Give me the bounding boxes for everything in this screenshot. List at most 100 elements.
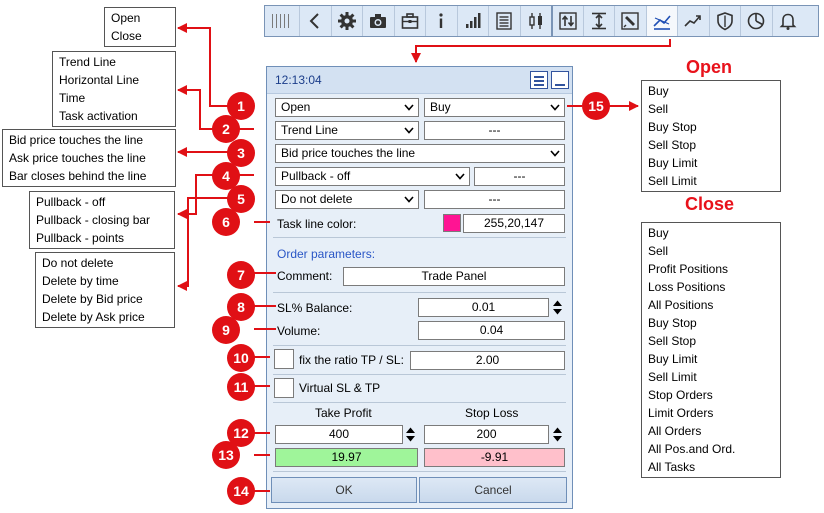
comment-input[interactable]: Trade Panel xyxy=(343,267,565,286)
candlestick-icon[interactable] xyxy=(519,6,552,36)
delete-value: Do not delete xyxy=(281,192,353,206)
line-type-value: Trend Line xyxy=(281,123,338,137)
trend-cross-icon[interactable] xyxy=(645,6,677,36)
trade-panel: 12:13:04 Open Buy Trend Line --- Bid pri… xyxy=(266,66,573,509)
color-value-field[interactable]: 255,20,147 xyxy=(463,214,565,233)
panel-title-bar: 12:13:04 xyxy=(267,67,572,94)
option-item: Buy Stop xyxy=(648,120,697,134)
option-item: Loss Positions xyxy=(648,280,726,294)
volume-label: Volume: xyxy=(277,324,321,338)
marker-15: 15 xyxy=(582,92,610,120)
virtual-sltp-checkbox[interactable] xyxy=(274,378,294,398)
option-item: Close xyxy=(111,29,142,43)
main-toolbar xyxy=(264,5,819,37)
separator xyxy=(273,345,566,346)
trigger-value: Bid price touches the line xyxy=(281,146,416,160)
sl-balance-label: SL% Balance: xyxy=(277,301,353,315)
option-item: Bid price touches the line xyxy=(9,133,144,147)
order-type-value: Buy xyxy=(430,100,451,114)
sort-arrows-icon[interactable] xyxy=(551,6,583,36)
order-params-title: Order parameters: xyxy=(277,247,376,261)
trigger-select[interactable]: Bid price touches the line xyxy=(275,144,565,163)
option-item: Buy Stop xyxy=(648,316,697,330)
separator xyxy=(273,292,566,293)
level-icon[interactable] xyxy=(582,6,615,36)
pullback-value-field[interactable]: --- xyxy=(474,167,565,186)
sl-balance-stepper[interactable] xyxy=(551,298,564,317)
delete-select[interactable]: Do not delete xyxy=(275,190,419,209)
option-item: Delete by time xyxy=(42,274,119,288)
minimize-icon[interactable] xyxy=(551,71,569,89)
option-item: Task activation xyxy=(59,109,138,123)
trend-up-icon[interactable] xyxy=(677,6,709,36)
back-icon[interactable] xyxy=(299,6,331,36)
option-item: Time xyxy=(59,91,86,105)
option-item: All Pos.and Ord. xyxy=(648,442,736,456)
line-options-callout: Trend Line Horizontal Line Time Task activa… xyxy=(52,51,176,127)
color-swatch[interactable] xyxy=(443,214,461,232)
separator xyxy=(273,471,566,472)
option-item: Stop Orders xyxy=(648,388,713,402)
stop-loss-stepper[interactable] xyxy=(551,425,564,444)
grip-icon[interactable] xyxy=(265,6,299,36)
option-item: Buy Limit xyxy=(648,352,698,366)
comment-label: Comment: xyxy=(277,269,333,283)
option-item: Pullback - points xyxy=(36,231,125,245)
volume-input[interactable]: 0.04 xyxy=(418,321,565,340)
chart-edit-icon[interactable] xyxy=(614,6,646,36)
stop-loss-input[interactable]: 200 xyxy=(424,425,549,444)
option-item: Delete by Bid price xyxy=(42,292,143,306)
pie-chart-icon[interactable] xyxy=(740,6,772,36)
mode-select-value: Open xyxy=(281,100,311,114)
option-item: Buy xyxy=(648,226,669,240)
take-profit-input[interactable]: 400 xyxy=(275,425,403,444)
option-item: Sell Stop xyxy=(648,138,697,152)
marker-9: 9 xyxy=(212,316,240,344)
marker-13: 13 xyxy=(212,441,240,469)
order-type-select[interactable]: Buy xyxy=(424,98,565,117)
chevron-down-icon xyxy=(455,173,465,180)
marker-7: 7 xyxy=(227,261,255,289)
signal-bars-icon[interactable] xyxy=(456,6,489,36)
virtual-sltp-label: Virtual SL & TP xyxy=(299,381,381,395)
list-icon[interactable] xyxy=(488,6,520,36)
mode-select[interactable]: Open xyxy=(275,98,419,117)
ok-button[interactable]: OK xyxy=(271,477,417,503)
clock: 12:13:04 xyxy=(275,73,322,87)
menu-icon[interactable] xyxy=(530,71,548,89)
pullback-select[interactable]: Pullback - off xyxy=(275,167,470,186)
close-options-callout: Buy Sell Profit Positions Loss Positions All… xyxy=(641,222,781,478)
marker-10: 10 xyxy=(227,344,255,372)
trigger-options-callout: Bid price touches the line Ask price touc… xyxy=(2,129,176,187)
option-item: Sell xyxy=(648,244,669,258)
shield-icon[interactable] xyxy=(708,6,741,36)
chevron-down-icon xyxy=(404,104,414,111)
info-icon[interactable] xyxy=(425,6,457,36)
option-item: All Orders xyxy=(648,424,702,438)
mode-options-callout: Open Close xyxy=(104,7,176,47)
option-item: Buy xyxy=(648,84,669,98)
take-profit-stepper[interactable] xyxy=(404,425,417,444)
option-item: Sell xyxy=(648,102,669,116)
sl-balance-input[interactable]: 0.01 xyxy=(418,298,549,317)
separator xyxy=(273,237,566,238)
fix-ratio-checkbox[interactable] xyxy=(274,349,294,369)
bell-icon[interactable] xyxy=(771,6,804,36)
line-type-select[interactable]: Trend Line xyxy=(275,121,419,140)
briefcase-icon[interactable] xyxy=(393,6,426,36)
marker-14: 14 xyxy=(227,477,255,505)
option-item: Buy Limit xyxy=(648,156,698,170)
option-item: Pullback - off xyxy=(36,195,106,209)
separator xyxy=(273,402,566,403)
delete-value-field[interactable]: --- xyxy=(424,190,565,209)
open-options-callout: Buy Sell Buy Stop Sell Stop Buy Limit Sell Li… xyxy=(641,80,781,192)
fix-ratio-input[interactable]: 2.00 xyxy=(410,351,565,370)
cancel-button[interactable]: Cancel xyxy=(419,477,567,503)
camera-icon[interactable] xyxy=(362,6,394,36)
fix-ratio-label: fix the ratio TP / SL: xyxy=(299,353,404,367)
pullback-options-callout: Pullback - off Pullback - closing bar Pull… xyxy=(29,191,175,249)
gear-icon[interactable] xyxy=(330,6,363,36)
option-item: Trend Line xyxy=(59,55,116,69)
option-item: Sell Stop xyxy=(648,334,697,348)
line-value-field[interactable]: --- xyxy=(424,121,565,140)
